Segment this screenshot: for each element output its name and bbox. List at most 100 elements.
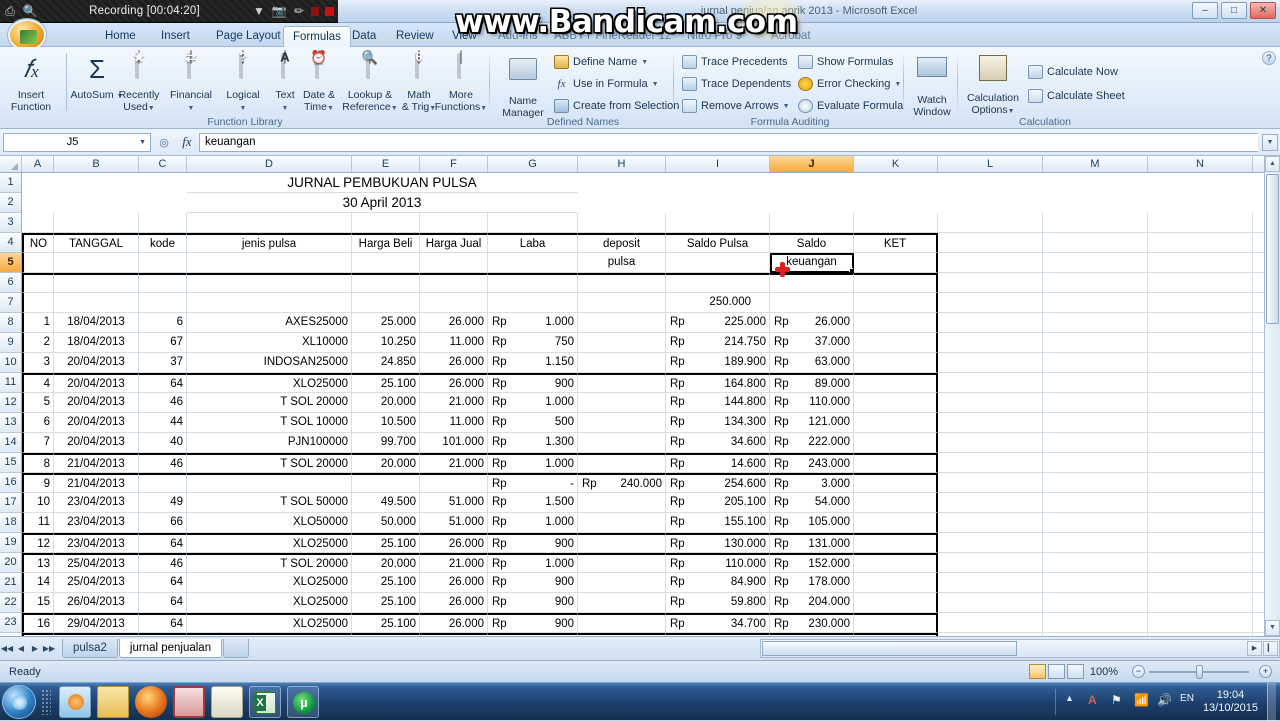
cell-H[interactable] xyxy=(578,593,666,613)
formula-bar-toggle-icon[interactable]: ◎ xyxy=(153,136,175,149)
name-box-chevron-down-icon[interactable]: ▼ xyxy=(139,139,148,146)
column-header-c[interactable]: C xyxy=(139,156,187,172)
horizontal-scrollbar[interactable]: ▶ ▎ xyxy=(760,639,1280,658)
cell-J[interactable]: 3.000 xyxy=(770,473,854,493)
name-manager-button[interactable]: Name Manager xyxy=(494,50,552,119)
column-label-c[interactable]: kode xyxy=(139,233,187,253)
cell-F[interactable]: 21.000 xyxy=(420,453,488,473)
first-sheet-icon[interactable]: ◀◀ xyxy=(0,644,14,653)
column-header-d[interactable]: D xyxy=(187,156,352,172)
cell-A[interactable] xyxy=(22,213,54,233)
cell-B[interactable] xyxy=(54,273,139,293)
minimize-button[interactable]: – xyxy=(1192,2,1218,19)
cell-D[interactable] xyxy=(187,253,352,273)
cell-C[interactable] xyxy=(139,173,187,193)
calculate-now-button[interactable]: Calculate Now xyxy=(1028,65,1118,79)
tab-insert[interactable]: Insert xyxy=(152,26,199,47)
vertical-scroll-thumb[interactable] xyxy=(1266,174,1279,324)
row-header-14[interactable]: 14 xyxy=(0,433,22,453)
insert-function-icon[interactable]: fx xyxy=(175,134,199,150)
cell-A[interactable] xyxy=(22,273,54,293)
cell-L[interactable] xyxy=(938,593,1043,613)
cell-M[interactable] xyxy=(1043,613,1148,633)
cell-D[interactable]: AXES25000 xyxy=(187,313,352,333)
cell-D[interactable] xyxy=(187,213,352,233)
cell-M[interactable] xyxy=(1043,213,1148,233)
evaluate-formula-button[interactable]: Evaluate Formula xyxy=(798,99,903,113)
zoom-in-button[interactable]: + xyxy=(1259,665,1272,678)
more-functions-chevron-down-icon[interactable]: ▼ xyxy=(480,105,487,112)
tab-page-layout[interactable]: Page Layout xyxy=(207,26,290,47)
row-header-23[interactable]: 23 xyxy=(0,613,22,633)
cell-J[interactable] xyxy=(770,273,854,293)
tab-formulas[interactable]: Formulas xyxy=(283,26,351,47)
row-header-12[interactable]: 12 xyxy=(0,393,22,413)
column-label-i[interactable]: Saldo Pulsa xyxy=(666,233,770,253)
maximize-button[interactable]: □ xyxy=(1221,2,1247,19)
row-header-4[interactable]: 4 xyxy=(0,233,22,253)
cell-H[interactable] xyxy=(578,353,666,373)
cell-A[interactable]: 12 xyxy=(22,533,54,553)
cell-G[interactable]: 1.000 xyxy=(488,453,578,473)
cell-G[interactable]: 900 xyxy=(488,533,578,553)
row-header-20[interactable]: 20 xyxy=(0,553,22,573)
cell-L[interactable] xyxy=(938,493,1043,513)
cell-L[interactable] xyxy=(938,473,1043,493)
cell-H[interactable] xyxy=(578,553,666,573)
cell-A[interactable]: 9 xyxy=(22,473,54,493)
cell-K[interactable] xyxy=(854,393,938,413)
cell-E[interactable]: 24.850 xyxy=(352,353,420,373)
cell-K[interactable] xyxy=(854,253,938,273)
cell-J[interactable]: 110.000 xyxy=(770,393,854,413)
clock[interactable]: 19:04 13/10/2015 xyxy=(1197,689,1264,715)
cell-B[interactable] xyxy=(54,173,139,193)
cell-B[interactable]: 20/04/2013 xyxy=(54,353,139,373)
cell-G[interactable]: 1.500 xyxy=(488,493,578,513)
cell-L[interactable] xyxy=(938,333,1043,353)
row-header-22[interactable]: 22 xyxy=(0,593,22,613)
cell-N[interactable] xyxy=(1148,273,1253,293)
cell-A[interactable]: 6 xyxy=(22,413,54,433)
cell-D[interactable]: T SOL 50000 xyxy=(187,493,352,513)
last-sheet-icon[interactable]: ▶▶ xyxy=(42,644,56,653)
cell-L[interactable] xyxy=(938,313,1043,333)
use-in-formula-chevron-down-icon[interactable]: ▼ xyxy=(652,81,659,88)
cell-C[interactable] xyxy=(139,473,187,493)
cell-K[interactable] xyxy=(854,493,938,513)
cell-N[interactable] xyxy=(1148,293,1253,313)
horizontal-scroll-thumb[interactable] xyxy=(762,641,1017,656)
cell-F[interactable] xyxy=(420,273,488,293)
cell-J[interactable]: 54.000 xyxy=(770,493,854,513)
cell-C[interactable]: 40 xyxy=(139,433,187,453)
column-header-f[interactable]: F xyxy=(420,156,488,172)
cell-L[interactable] xyxy=(938,573,1043,593)
cell-F[interactable]: 21.000 xyxy=(420,553,488,573)
cell-K[interactable] xyxy=(854,573,938,593)
cell-E[interactable]: 50.000 xyxy=(352,513,420,533)
cell-A[interactable]: 5 xyxy=(22,393,54,413)
cell-J[interactable]: 37.000 xyxy=(770,333,854,353)
scroll-right-page-icon[interactable]: ▎ xyxy=(1263,641,1278,656)
cell-H[interactable] xyxy=(578,613,666,633)
cell-C[interactable]: 64 xyxy=(139,613,187,633)
cell-N[interactable] xyxy=(1148,233,1253,253)
cell-M[interactable] xyxy=(1043,473,1148,493)
cell-I[interactable]: 110.000 xyxy=(666,553,770,573)
taskbar-grip[interactable] xyxy=(41,688,51,715)
column-header-n[interactable]: N xyxy=(1148,156,1253,172)
cell-N[interactable] xyxy=(1148,493,1253,513)
text-chevron-down-icon[interactable]: ▼ xyxy=(282,105,289,112)
column-label-f[interactable]: Harga Jual xyxy=(420,233,488,253)
cell-C[interactable]: 46 xyxy=(139,553,187,573)
row-header-2[interactable]: 2 xyxy=(0,193,22,213)
cell-H[interactable] xyxy=(578,333,666,353)
define-name-chevron-down-icon[interactable]: ▼ xyxy=(641,59,648,66)
row-header-18[interactable]: 18 xyxy=(0,513,22,533)
trace-precedents-button[interactable]: Trace Precedents xyxy=(682,55,787,69)
cell-M[interactable] xyxy=(1043,333,1148,353)
cell-D[interactable]: XLO25000 xyxy=(187,613,352,633)
cell-F[interactable]: 11.000 xyxy=(420,413,488,433)
cell-E[interactable]: 25.100 xyxy=(352,533,420,553)
cell-L[interactable] xyxy=(938,193,1043,213)
cell-J[interactable] xyxy=(770,173,854,193)
